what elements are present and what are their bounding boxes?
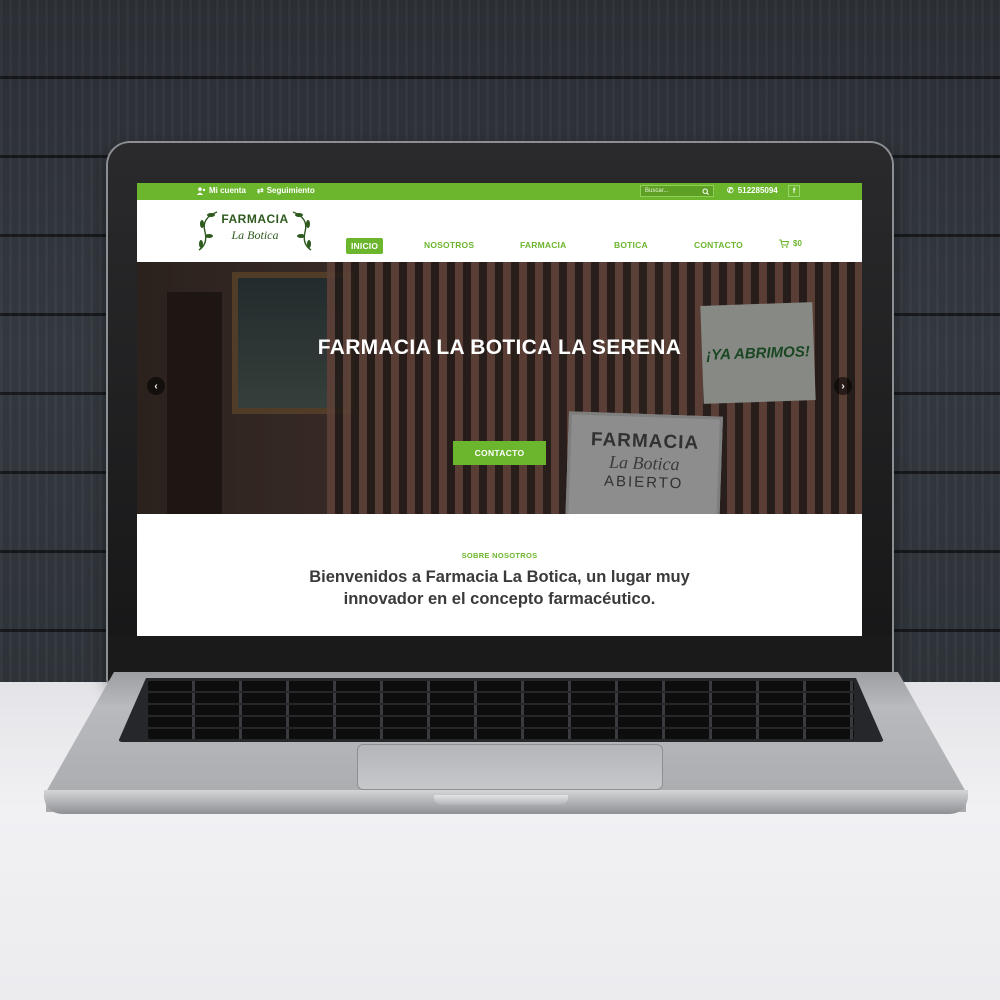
my-account-link[interactable]: Mi cuenta <box>197 186 246 195</box>
nav-item-botica[interactable]: BOTICA <box>614 240 648 250</box>
search-input[interactable]: Buscar... <box>645 188 668 194</box>
hero-slider: ¡YA ABRIMOS! FARMACIA La Botica ABIERTO … <box>137 262 862 514</box>
nav-item-inicio[interactable]: INICIO <box>346 238 384 254</box>
vine-ornament-icon <box>292 211 312 251</box>
phone-contact[interactable]: ✆ 512285094 <box>727 186 778 195</box>
hero-title: FARMACIA LA BOTICA LA SERENA <box>317 336 682 359</box>
my-account-label: Mi cuenta <box>209 186 246 195</box>
laptop-notch <box>434 795 568 805</box>
top-bar: Mi cuenta ⇄ Seguimiento Buscar... ✆ 5122… <box>137 183 862 200</box>
tracking-arrows-icon: ⇄ <box>257 186 264 195</box>
tracking-link[interactable]: ⇄ Seguimiento <box>257 186 315 195</box>
vine-ornament-icon <box>198 211 218 251</box>
search-icon[interactable] <box>702 188 709 195</box>
about-kicker: SOBRE NOSOTROS <box>461 551 538 560</box>
phone-icon: ✆ <box>727 186 734 195</box>
search-box[interactable]: Buscar... <box>640 185 714 197</box>
laptop-trackpad <box>357 744 663 790</box>
phone-number: 512285094 <box>737 186 778 195</box>
about-title-line1: Bienvenidos a Farmacia La Botica, un lug… <box>309 568 690 586</box>
hero-contact-button[interactable]: CONTACTO <box>453 441 546 465</box>
nav-item-farmacia[interactable]: FARMACIA <box>520 240 566 250</box>
laptop-keyboard <box>118 678 884 742</box>
cart-total: $0 <box>793 239 802 248</box>
cart-button[interactable]: $0 <box>779 239 802 248</box>
nav-item-contacto[interactable]: CONTACTO <box>694 240 743 250</box>
chevron-right-icon[interactable]: › <box>834 377 852 395</box>
about-title-line2: innovador en el concepto farmacéutico. <box>343 590 656 608</box>
chevron-left-icon[interactable]: ‹ <box>147 377 165 395</box>
site-logo[interactable]: FARMACIA La Botica <box>195 208 315 254</box>
user-icon <box>197 186 206 195</box>
cart-icon <box>779 239 789 248</box>
laptop-screen: Mi cuenta ⇄ Seguimiento Buscar... ✆ 5122… <box>137 183 862 636</box>
about-section: SOBRE NOSOTROS Bienvenidos a Farmacia La… <box>137 514 862 636</box>
facebook-icon[interactable]: f <box>788 185 800 197</box>
main-navbar: FARMACIA La Botica INICIO NOSOTROS FARMA… <box>137 200 862 262</box>
about-title: Bienvenidos a Farmacia La Botica, un lug… <box>137 566 862 610</box>
hero-overlay <box>137 262 862 514</box>
nav-item-nosotros[interactable]: NOSOTROS <box>424 240 474 250</box>
tracking-label: Seguimiento <box>266 186 315 195</box>
